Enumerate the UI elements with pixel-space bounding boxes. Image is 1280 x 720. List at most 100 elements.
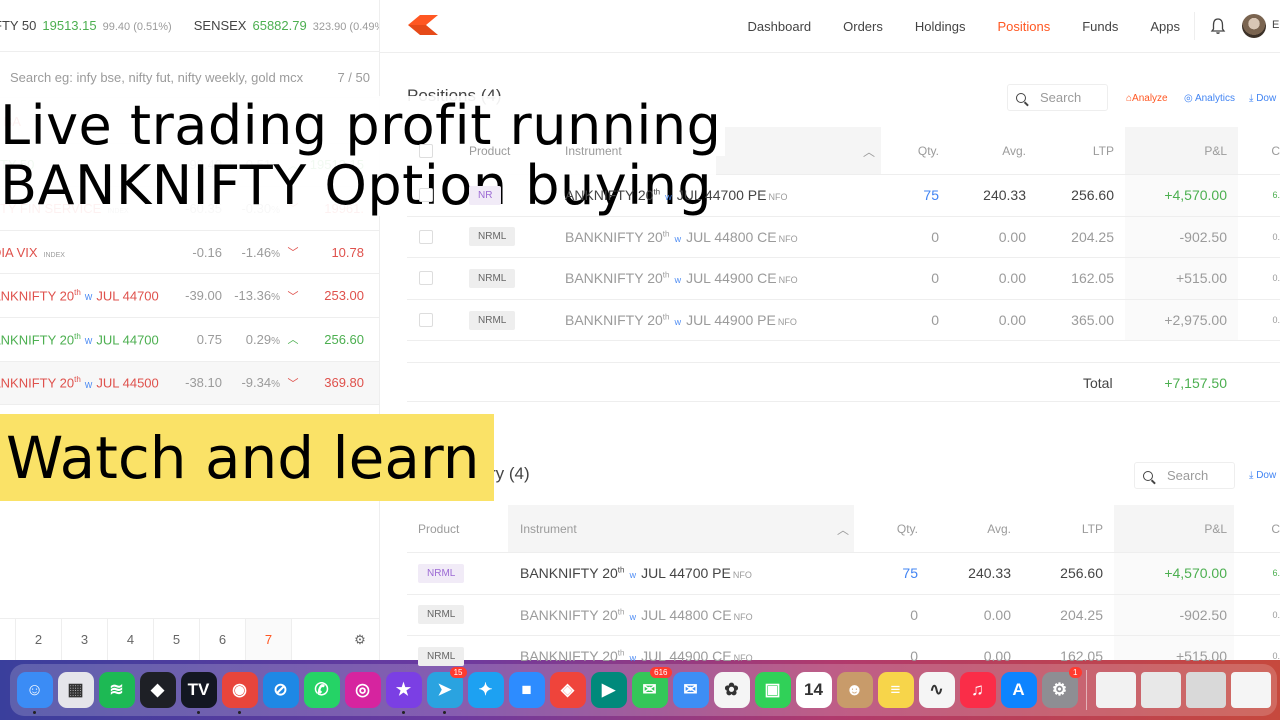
pager-page-5[interactable]: 5 [154,619,200,660]
header-ltp[interactable]: LTP [1093,144,1114,158]
bell-icon[interactable] [1210,17,1226,35]
whatsapp-icon[interactable]: ✆ [303,672,340,708]
nav-holdings[interactable]: Holdings [915,19,966,34]
zoom-icon[interactable]: ■ [508,672,545,708]
recent-window-thumbnail[interactable] [1140,672,1181,708]
watchlist-item[interactable]: DIA VIXINDEX-0.16-1.46%﹀10.78 [0,231,379,275]
nav-apps[interactable]: Apps [1150,19,1180,34]
header-instrument[interactable]: Instrument [565,144,622,158]
header-qty[interactable]: Qty. [918,144,939,158]
header-ltp[interactable]: LTP [1082,522,1103,536]
telegram-glyph: ➤ [437,680,452,699]
imovie-icon[interactable]: ★ [385,672,422,714]
header-change-partial[interactable]: C [1271,144,1280,158]
facetime-icon[interactable]: ▣ [754,672,791,708]
watchlist-item[interactable]: ANKNIFTY 20thWJUL 44700 CE-39.00-13.36%﹀… [0,274,379,318]
pager-page-partial[interactable] [0,619,16,660]
index-nifty50[interactable]: FTY 50 19513.15 99.40 (0.51%) [0,18,172,33]
day-history-download-link[interactable]: ⤓ Dow [1249,470,1276,481]
safari-icon[interactable]: ⊘ [262,672,299,708]
nav-dashboard[interactable]: Dashboard [748,19,812,34]
select-all-checkbox[interactable] [419,144,433,158]
chrome-icon[interactable]: ◉ [221,672,258,714]
messages-icon[interactable]: ✉ 616 [631,667,672,708]
pager-page-4[interactable]: 4 [108,619,154,660]
header-product[interactable]: Product [418,522,459,536]
watchlist-item[interactable]: ANKNIFTY 20thWJUL 44700 PE0.750.29%︿256.… [0,318,379,362]
nav-positions[interactable]: Positions [997,19,1050,34]
chevron-up-icon[interactable]: ︿ [837,521,849,538]
instagram-icon[interactable]: ◎ [344,672,381,708]
header-instrument[interactable]: Instrument [520,522,577,536]
watchlist-search-input[interactable] [10,70,310,85]
header-product[interactable]: Product [469,144,510,158]
percent-value: -9.34 [241,375,272,391]
finder-icon[interactable]: ☺ [16,672,53,714]
row-checkbox[interactable] [419,312,433,327]
positions-search[interactable]: Search [1007,84,1108,111]
pnl-value: +4,570.00 [1164,187,1227,204]
header-qty[interactable]: Qty. [897,522,918,536]
telegram-icon[interactable]: ➤ 15 [426,667,467,714]
gear-icon[interactable]: ⚙ [340,619,379,660]
table-row[interactable]: NRML BANKNIFTY 20th W JUL 44800 CE NFO 0 0.00 2… [407,594,1280,637]
kite-logo[interactable] [408,15,438,35]
pager-page-7[interactable]: 7 [246,619,292,660]
anydesk-icon[interactable]: ◈ [549,672,586,708]
header-avg[interactable]: Avg. [987,522,1011,536]
notes-icon[interactable]: ≡ [877,672,914,708]
header-avg[interactable]: Avg. [1002,144,1026,158]
photos-icon[interactable]: ✿ [713,672,750,708]
analyze-link[interactable]: ⌂Analyze [1126,93,1168,104]
header-pnl[interactable]: P&L [1204,522,1227,536]
contacts-icon[interactable]: ☻ [836,672,873,708]
spotify-icon[interactable]: ≋ [98,672,135,708]
qty-value: 0 [910,648,918,665]
nav-funds[interactable]: Funds [1082,19,1118,34]
pager-page-3[interactable]: 3 [62,619,108,660]
meet-icon[interactable]: ▶ [590,672,627,708]
index-sensex[interactable]: SENSEX 65882.79 323.90 (0.49%) [194,18,379,33]
instrument-name[interactable]: BANKNIFTY 20th W JUL 44900 PE NFO [565,312,797,328]
download-link[interactable]: ⤓ Dow [1249,93,1276,104]
table-row[interactable]: NRML BANKNIFTY 20th W JUL 44900 CE NFO 0 0.00 1… [407,258,1280,300]
chevron-up-icon[interactable]: ︿ [863,143,875,160]
table-row[interactable]: NRML BANKNIFTY 20th W JUL 44800 CE NFO 0 0.00 2… [407,216,1280,259]
music-icon[interactable]: ♫ [959,672,996,708]
row-checkbox[interactable] [419,188,433,202]
recent-window-thumbnail[interactable] [1185,672,1226,708]
app-store-icon[interactable]: A [1000,672,1037,708]
header-pnl[interactable]: P&L [1204,144,1227,158]
pager-page-2[interactable]: 2 [16,619,62,660]
avatar[interactable] [1242,14,1266,38]
day-history-search[interactable]: Search [1134,462,1235,489]
tradingview-icon[interactable]: TV [180,672,217,714]
finder-glyph: ☺ [25,680,44,699]
instrument-name[interactable]: BANKNIFTY 20th W JUL 44700 PE NFO [520,565,752,581]
instrument-name[interactable]: BANKNIFTY 20th W JUL 44800 CE NFO [565,229,798,245]
instrument-name[interactable]: BANKNIFTY 20th W JUL 44800 CE NFO [520,607,753,623]
mail-icon[interactable]: ✉ [672,672,709,708]
analytics-link[interactable]: ◎ Analytics [1184,93,1235,104]
user-id[interactable]: E [1272,19,1279,31]
watchlist-item[interactable]: ANKNIFTY 20thWJUL 44500 CE-38.10-9.34%﹀3… [0,361,379,406]
instrument-name[interactable]: BANKNIFTY 20th W JUL 44900 CE NFO [565,270,798,286]
header-change-partial[interactable]: C [1271,522,1280,536]
recent-window-thumbnail[interactable] [1230,672,1271,708]
pager-page-6[interactable]: 6 [200,619,246,660]
instrument-name[interactable]: BANKNIFTY 20th W JUL 44900 CE NFO [520,648,753,664]
row-checkbox[interactable] [419,271,433,286]
row-checkbox[interactable] [419,229,433,244]
table-row[interactable]: NRML BANKNIFTY 20th W JUL 44700 PE NFO 75 240.… [407,553,1280,595]
twitter-icon[interactable]: ✦ [467,672,504,708]
instrument-name[interactable]: ANKNIFTY 20th W JUL 44700 PE NFO [565,187,787,203]
freeform-icon[interactable]: ∿ [918,672,955,708]
system-settings-icon[interactable]: ⚙ 1 [1041,667,1082,708]
recent-window-thumbnail[interactable] [1095,672,1136,708]
weekly-tag: W [629,573,637,581]
table-row[interactable]: NRML BANKNIFTY 20th W JUL 44900 PE NFO 0 0.00 3… [407,299,1280,342]
launchpad-icon[interactable]: ▦ [57,672,94,708]
nav-orders[interactable]: Orders [843,19,883,34]
calendar-icon[interactable]: 14 [795,672,832,708]
binance-icon[interactable]: ◆ [139,672,176,708]
